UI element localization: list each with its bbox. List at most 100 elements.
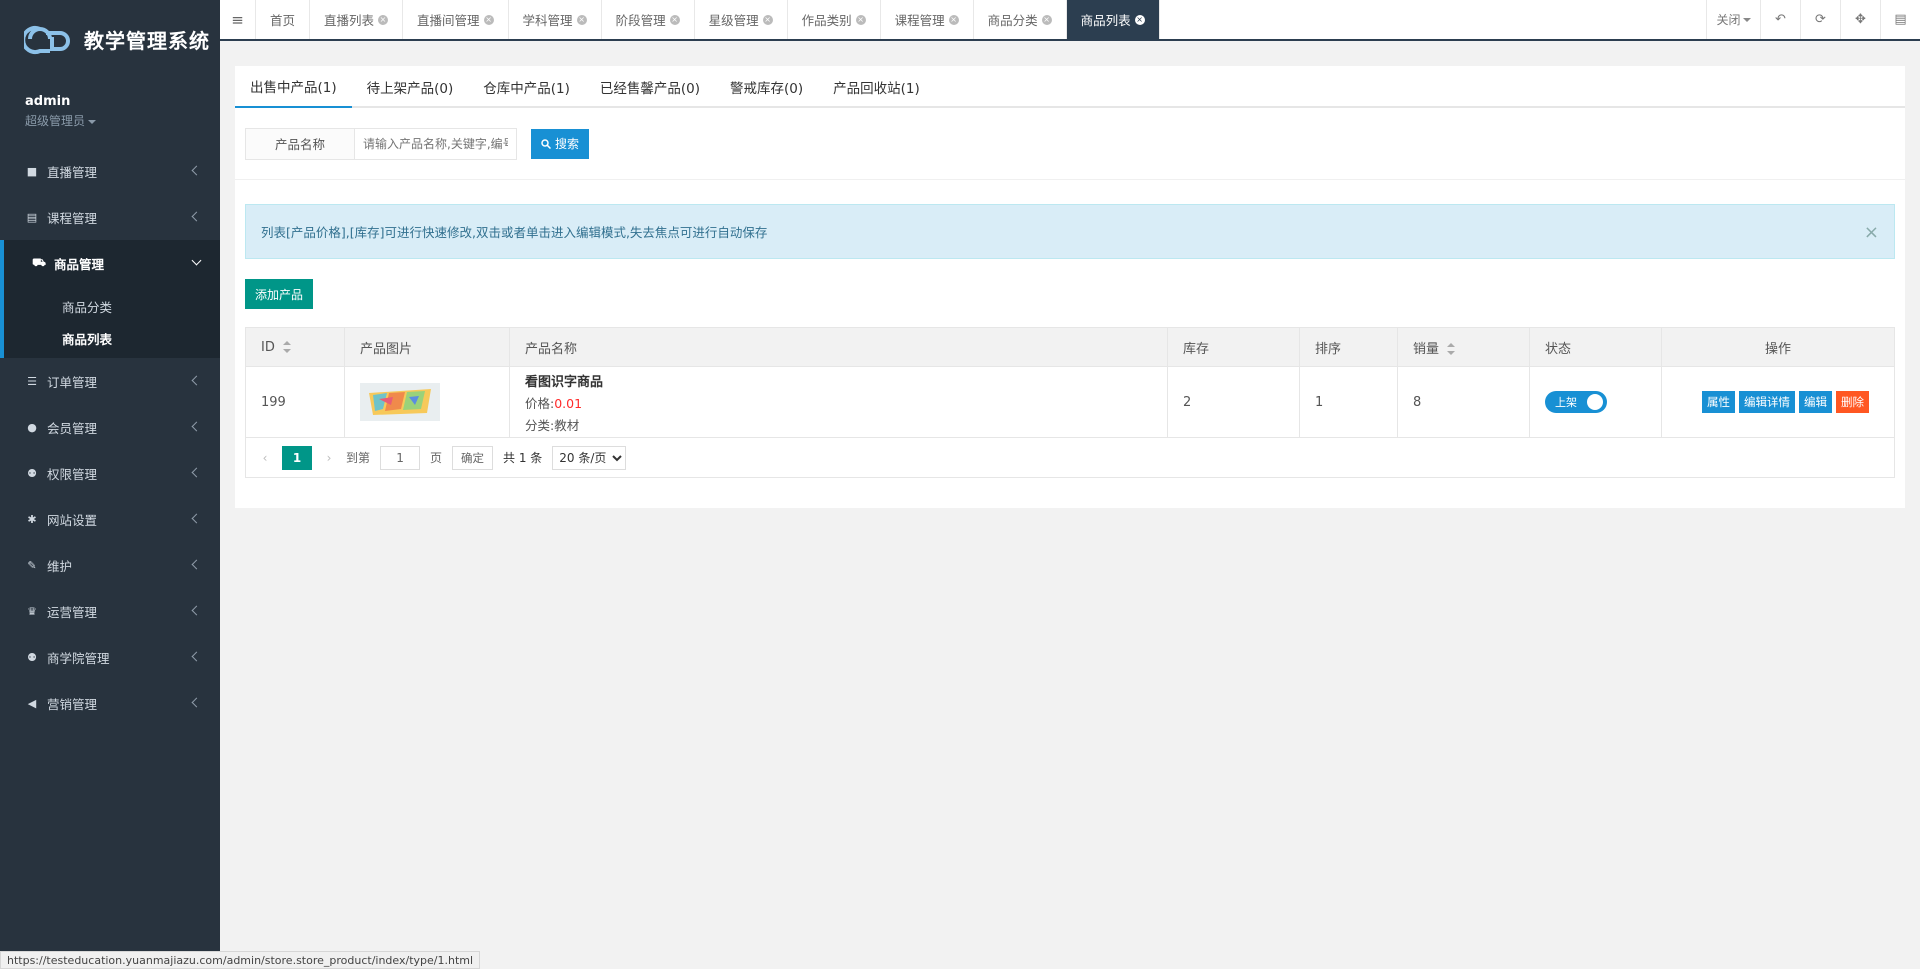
sidebar-item-live[interactable]: ■ 直播管理 bbox=[0, 148, 220, 194]
settings-icon[interactable]: ▤ bbox=[1880, 0, 1920, 39]
delete-button[interactable]: 删除 bbox=[1836, 391, 1869, 413]
sidebar-item-label: 运营管理 bbox=[47, 604, 98, 620]
close-icon[interactable]: × bbox=[378, 14, 389, 25]
tab-live-room[interactable]: 直播间管理 × bbox=[403, 0, 509, 39]
sidebar-item-operations[interactable]: ♛ 运营管理 bbox=[0, 588, 220, 634]
group-icon: ⚉ bbox=[27, 466, 37, 480]
col-id[interactable]: ID bbox=[245, 327, 345, 367]
page-size-select[interactable]: 20 条/页 bbox=[552, 445, 627, 470]
sidebar-item-site-settings[interactable]: ✱ 网站设置 bbox=[0, 496, 220, 542]
sidebar: 教学管理系统 admin 超级管理员 ■ 直播管理 ▤ 课程管理 ⛟ 商品管理 … bbox=[0, 0, 220, 969]
close-icon[interactable]: × bbox=[669, 14, 680, 25]
close-icon[interactable]: × bbox=[948, 14, 959, 25]
cell-image bbox=[344, 366, 510, 438]
goto-label: 到第 bbox=[346, 451, 371, 465]
col-name: 产品名称 bbox=[509, 327, 1168, 367]
tab-work-category[interactable]: 作品类别 × bbox=[788, 0, 881, 39]
tab-label: 阶段管理 bbox=[615, 13, 666, 28]
col-ops: 操作 bbox=[1661, 327, 1895, 367]
cell-id: 199 bbox=[245, 366, 345, 438]
search-input[interactable] bbox=[355, 127, 517, 160]
close-icon[interactable]: × bbox=[762, 14, 773, 25]
goods-submenu: 商品分类 商品列表 bbox=[0, 286, 220, 358]
add-product-button[interactable]: 添加产品 bbox=[245, 279, 314, 309]
sidebar-item-label: 权限管理 bbox=[47, 466, 98, 482]
next-page-icon[interactable]: › bbox=[322, 451, 336, 465]
sidebar-item-business-school[interactable]: ⚉ 商学院管理 bbox=[0, 634, 220, 680]
sidebar-subitem-goods-category[interactable]: 商品分类 bbox=[4, 290, 220, 322]
close-icon[interactable]: × bbox=[1134, 14, 1145, 25]
tab-goods-list[interactable]: 商品列表 × bbox=[1066, 0, 1160, 39]
tab-live-list[interactable]: 直播列表 × bbox=[310, 0, 404, 39]
edit-button[interactable]: 编辑 bbox=[1799, 391, 1832, 413]
app-title: 教学管理系统 bbox=[84, 28, 210, 53]
product-table: ID 产品图片 产品名称 库存 排序 销量 状态 操作 199 看图识字商品 价… bbox=[245, 327, 1895, 438]
col-status: 状态 bbox=[1529, 327, 1662, 367]
product-thumbnail[interactable] bbox=[360, 383, 440, 421]
sidebar-item-orders[interactable]: ☰ 订单管理 bbox=[0, 358, 220, 404]
caret-down-icon bbox=[1742, 17, 1751, 22]
chevron-left-icon bbox=[191, 421, 202, 432]
status-toggle[interactable]: 上架 bbox=[1545, 391, 1607, 413]
close-icon[interactable]: × bbox=[1864, 222, 1879, 243]
prev-page-icon[interactable]: ‹ bbox=[258, 451, 272, 465]
sidebar-item-maintenance[interactable]: ✎ 维护 bbox=[0, 542, 220, 588]
tab-warehouse[interactable]: 仓库中产品(1) bbox=[468, 66, 585, 108]
sidebar-item-permissions[interactable]: ⚉ 权限管理 bbox=[0, 450, 220, 496]
tab-home[interactable]: 首页 bbox=[256, 0, 311, 39]
sidebar-item-goods[interactable]: ⛟ 商品管理 bbox=[0, 240, 220, 286]
chevron-left-icon bbox=[191, 559, 202, 570]
tab-label: 商品分类 bbox=[987, 13, 1038, 28]
info-alert: 列表[产品价格],[库存]可进行快速修改,双击或者单击进入编辑模式,失去焦点可进… bbox=[245, 204, 1895, 259]
edit-details-button[interactable]: 编辑详情 bbox=[1739, 391, 1795, 413]
close-icon[interactable]: × bbox=[483, 14, 494, 25]
tab-stage[interactable]: 阶段管理 × bbox=[602, 0, 695, 39]
chevron-left-icon bbox=[191, 513, 202, 524]
tab-subject[interactable]: 学科管理 × bbox=[509, 0, 602, 39]
goto-page-input[interactable] bbox=[380, 445, 421, 470]
tab-low-stock[interactable]: 警戒库存(0) bbox=[715, 66, 818, 108]
menu-toggle-icon[interactable]: ≡ bbox=[220, 0, 256, 39]
sidebar-subitem-goods-list[interactable]: 商品列表 bbox=[4, 322, 220, 354]
search-button[interactable]: 搜索 bbox=[531, 128, 590, 159]
close-icon[interactable]: × bbox=[1041, 14, 1052, 25]
sort-icon[interactable] bbox=[282, 341, 291, 353]
tab-sold-out[interactable]: 已经售馨产品(0) bbox=[585, 66, 715, 108]
chevron-left-icon bbox=[191, 605, 202, 616]
close-icon[interactable]: × bbox=[576, 14, 587, 25]
sidebar-item-course[interactable]: ▤ 课程管理 bbox=[0, 194, 220, 240]
close-icon[interactable]: × bbox=[855, 14, 866, 25]
table-row: 199 看图识字商品 价格:0.01 分类:教材 2 1 8 上架 属性 编辑详… bbox=[245, 366, 1895, 438]
tab-star[interactable]: 星级管理 × bbox=[695, 0, 788, 39]
goto-confirm-button[interactable]: 确定 bbox=[452, 445, 494, 470]
tab-recycle-bin[interactable]: 产品回收站(1) bbox=[818, 66, 935, 108]
attributes-button[interactable]: 属性 bbox=[1702, 391, 1735, 413]
sidebar-item-marketing[interactable]: ◀ 营销管理 bbox=[0, 680, 220, 726]
book-icon: ▤ bbox=[26, 210, 38, 224]
tab-course[interactable]: 课程管理 × bbox=[881, 0, 974, 39]
cell-sort[interactable]: 1 bbox=[1299, 366, 1398, 438]
tab-pending[interactable]: 待上架产品(0) bbox=[352, 66, 469, 108]
status-label: 上架 bbox=[1555, 396, 1577, 409]
cell-stock[interactable]: 2 bbox=[1167, 366, 1300, 438]
tab-on-sale[interactable]: 出售中产品(1) bbox=[235, 66, 352, 108]
current-page[interactable]: 1 bbox=[282, 445, 312, 470]
col-sales[interactable]: 销量 bbox=[1397, 327, 1530, 367]
fullscreen-icon[interactable]: ✥ bbox=[1840, 0, 1880, 39]
sidebar-item-members[interactable]: ● 会员管理 bbox=[0, 404, 220, 450]
user-role-dropdown[interactable]: 超级管理员 bbox=[25, 112, 220, 129]
tab-label: 首页 bbox=[270, 13, 296, 28]
chevron-left-icon bbox=[191, 467, 202, 478]
search-button-label: 搜索 bbox=[555, 137, 580, 151]
product-price[interactable]: 0.01 bbox=[554, 396, 582, 411]
col-label: ID bbox=[261, 339, 275, 355]
col-sort: 排序 bbox=[1299, 327, 1398, 367]
back-icon[interactable]: ↶ bbox=[1760, 0, 1800, 39]
close-tabs-dropdown[interactable]: 关闭 bbox=[1706, 0, 1760, 39]
tab-goods-category[interactable]: 商品分类 × bbox=[974, 0, 1067, 39]
sort-icon[interactable] bbox=[1447, 343, 1456, 355]
refresh-icon[interactable]: ⟳ bbox=[1800, 0, 1840, 39]
sidebar-item-label: 直播管理 bbox=[47, 164, 98, 180]
sidebar-item-label: 维护 bbox=[47, 558, 73, 574]
search-label: 产品名称 bbox=[245, 127, 355, 160]
